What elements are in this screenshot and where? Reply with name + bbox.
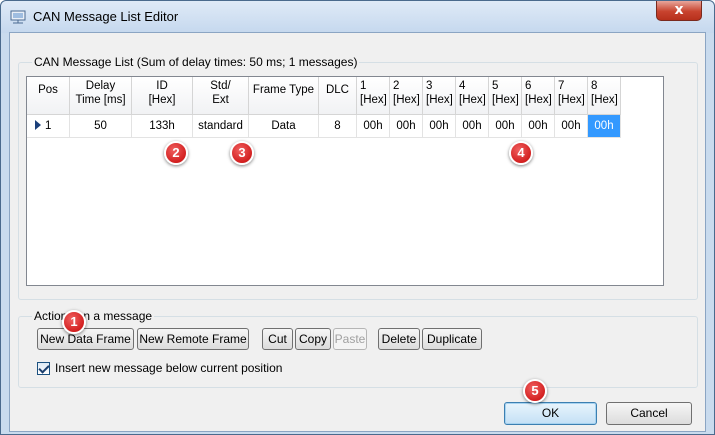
cell-id[interactable]: 133h	[132, 115, 193, 138]
callout-badge-2: 2	[164, 141, 188, 165]
column-header-byte-4[interactable]: 4 [Hex]	[456, 77, 489, 115]
cell-byte-8[interactable]: 00h	[588, 115, 621, 138]
column-header-delay-time[interactable]: Delay Time [ms]	[70, 77, 132, 115]
column-header-line1: Std/	[210, 80, 231, 92]
column-header-line2: [Hex]	[558, 94, 585, 106]
column-header-line1: Pos	[38, 84, 58, 96]
column-header-byte-2[interactable]: 2 [Hex]	[390, 77, 423, 115]
column-header-line1: 8	[591, 80, 598, 92]
cancel-button[interactable]: Cancel	[606, 402, 692, 425]
cell-std-ext[interactable]: standard	[193, 115, 249, 138]
cell-value: 00h	[462, 120, 482, 132]
column-header-line1: 2	[393, 80, 400, 92]
column-header-line2: [Hex]	[360, 94, 387, 106]
column-header-byte-7[interactable]: 7 [Hex]	[555, 77, 588, 115]
cell-value: 00h	[495, 120, 515, 132]
cell-value: 8	[334, 120, 341, 132]
cell-value: 00h	[363, 120, 383, 132]
column-header-line1: Frame Type	[252, 84, 315, 96]
cell-value: 00h	[561, 120, 581, 132]
cell-value: 00h	[528, 120, 548, 132]
copy-button[interactable]: Copy	[295, 328, 331, 350]
column-header-line2: Time [ms]	[75, 94, 126, 106]
cell-byte-5[interactable]: 00h	[489, 115, 522, 138]
title-bar[interactable]: CAN Message List Editor x	[1, 1, 714, 33]
column-header-byte-3[interactable]: 3 [Hex]	[423, 77, 456, 115]
cell-frame-type[interactable]: Data	[249, 115, 319, 138]
column-header-line2: [Hex]	[459, 94, 486, 106]
column-header-line1: Delay	[85, 80, 116, 92]
column-header-line2: [Hex]	[393, 94, 420, 106]
actions-group-title: Actions on a message	[32, 309, 155, 323]
column-header-line2: Ext	[212, 94, 229, 106]
column-header-id[interactable]: ID [Hex]	[132, 77, 193, 115]
callout-badge-1: 1	[62, 310, 86, 334]
cell-pos[interactable]: 1	[27, 115, 70, 138]
cell-value: 133h	[149, 120, 175, 132]
duplicate-button[interactable]: Duplicate	[422, 328, 482, 350]
column-header-line2: [Hex]	[492, 94, 519, 106]
paste-button[interactable]: Paste	[333, 328, 367, 350]
column-header-byte-6[interactable]: 6 [Hex]	[522, 77, 555, 115]
cell-byte-6[interactable]: 00h	[522, 115, 555, 138]
cut-button[interactable]: Cut	[262, 328, 293, 350]
column-header-frame-type[interactable]: Frame Type	[249, 77, 319, 115]
column-header-line1: 7	[558, 80, 565, 92]
cell-delay-time[interactable]: 50	[70, 115, 132, 138]
cell-value: 00h	[396, 120, 416, 132]
column-header-line2: [Hex]	[525, 94, 552, 106]
cell-value: 00h	[594, 120, 614, 132]
cell-byte-2[interactable]: 00h	[390, 115, 423, 138]
column-header-line1: DLC	[325, 84, 349, 96]
message-table[interactable]: Pos Delay Time [ms] ID [Hex] Std/Ext Frame Typ…	[26, 76, 664, 286]
callout-badge-4: 4	[509, 141, 533, 165]
cell-value: 50	[94, 120, 107, 132]
column-header-byte-5[interactable]: 5 [Hex]	[489, 77, 522, 115]
cell-value: 00h	[429, 120, 449, 132]
cell-value: Data	[271, 120, 296, 132]
column-header-line2: [Hex]	[591, 94, 618, 106]
insert-below-checkbox[interactable]	[37, 362, 50, 375]
column-header-std-ext[interactable]: Std/Ext	[193, 77, 249, 115]
new-remote-frame-button[interactable]: New Remote Frame	[137, 328, 249, 350]
column-header-line1: 3	[426, 80, 433, 92]
column-header-line1: ID	[156, 80, 168, 92]
column-header-pos[interactable]: Pos	[27, 77, 70, 115]
column-header-byte-1[interactable]: 1 [Hex]	[357, 77, 390, 115]
current-row-arrow-icon	[35, 120, 41, 130]
column-header-line2: [Hex]	[148, 94, 176, 106]
message-list-group-title: CAN Message List (Sum of delay times: 50…	[32, 55, 360, 69]
cell-dlc[interactable]: 8	[319, 115, 357, 138]
column-header-dlc[interactable]: DLC	[319, 77, 357, 115]
column-header-line1: 4	[459, 80, 466, 92]
window-title: CAN Message List Editor	[33, 9, 179, 24]
column-header-line2: [Hex]	[426, 94, 453, 106]
cell-value: 1	[45, 120, 52, 132]
column-header-line1: 6	[525, 80, 532, 92]
ok-button[interactable]: OK	[504, 402, 597, 425]
actions-group	[18, 316, 698, 388]
delete-button[interactable]: Delete	[378, 328, 420, 350]
callout-badge-3: 3	[230, 141, 254, 165]
new-data-frame-button[interactable]: New Data Frame	[37, 328, 134, 350]
column-header-byte-8[interactable]: 8 [Hex]	[588, 77, 621, 115]
column-header-line1: 1	[360, 80, 367, 92]
screen: CAN Message List Editor x CAN Message Li…	[0, 0, 715, 435]
cell-byte-4[interactable]: 00h	[456, 115, 489, 138]
cell-value: standard	[198, 120, 243, 132]
callout-badge-5: 5	[523, 379, 547, 403]
close-button[interactable]: x	[656, 1, 702, 21]
insert-below-label[interactable]: Insert new message below current positio…	[55, 361, 282, 375]
cell-byte-3[interactable]: 00h	[423, 115, 456, 138]
cell-byte-7[interactable]: 00h	[555, 115, 588, 138]
can-network-icon	[10, 10, 26, 24]
column-header-line1: 5	[492, 80, 499, 92]
cell-byte-1[interactable]: 00h	[357, 115, 390, 138]
